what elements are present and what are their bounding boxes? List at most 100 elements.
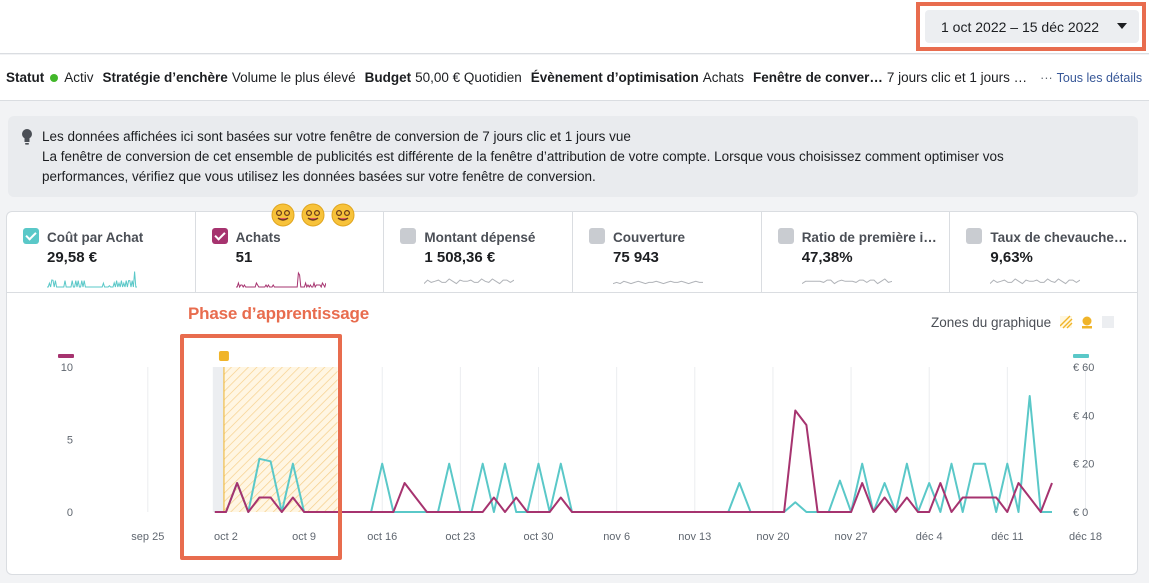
learning-phase-marker-icon bbox=[218, 351, 229, 361]
metric-value: 75 943 bbox=[613, 249, 659, 266]
metric-label: Coût par Achat bbox=[47, 230, 144, 245]
grey-zone-icon[interactable] bbox=[1102, 316, 1114, 328]
dizzy-face-icon bbox=[301, 203, 325, 227]
sparkline-path bbox=[424, 278, 515, 285]
y-right-tick-label: € 20 bbox=[1073, 459, 1094, 471]
metric-value: 47,38% bbox=[801, 249, 853, 266]
budget-value: 50,00 € Quotidien bbox=[415, 70, 522, 85]
ad-set-summary-bar: Statut Activ Stratégie d’enchère Volume … bbox=[0, 55, 1149, 101]
sparkline-path bbox=[47, 271, 137, 288]
x-tick-label: oct 2 bbox=[214, 531, 238, 543]
notice-line-2: La fenêtre de conversion de cet ensemble… bbox=[42, 149, 1004, 164]
y-right-tick-label: € 40 bbox=[1073, 410, 1094, 422]
metric-checkbox[interactable] bbox=[589, 228, 606, 244]
metric-value: 9,63% bbox=[990, 249, 1033, 266]
x-tick-label: nov 13 bbox=[678, 531, 711, 543]
metric-checkbox[interactable] bbox=[400, 228, 417, 244]
x-tick-label: déc 4 bbox=[916, 531, 943, 543]
top-toolbar: 1 oct 2022 – 15 déc 2022 bbox=[0, 0, 1149, 54]
metric-label: Montant dépensé bbox=[424, 230, 536, 245]
bid-strategy-value: Volume le plus élevé bbox=[231, 70, 356, 85]
dizzy-face-emoji-icons bbox=[271, 203, 355, 227]
metric-label: Ratio de première i… bbox=[801, 230, 937, 245]
all-details-label: Tous les détails bbox=[1056, 70, 1143, 85]
x-tick-label: oct 9 bbox=[292, 531, 316, 543]
metric-label: Couverture bbox=[613, 230, 686, 245]
optimization-value: Achats bbox=[702, 70, 745, 85]
series-line bbox=[214, 409, 1053, 513]
budget-group: Budget 50,00 € Quotidien bbox=[365, 70, 522, 85]
bid-strategy-label: Stratégie d’enchère bbox=[102, 70, 228, 85]
metric-cost-per-purchase[interactable]: Coût par Achat 29,58 € bbox=[7, 212, 196, 292]
series-line bbox=[214, 395, 1052, 513]
performance-chart-panel: Coût par Achat 29,58 € Achats 51 Montant… bbox=[6, 211, 1138, 575]
y-right-tick-label: € 0 bbox=[1073, 507, 1088, 519]
metric-sparkline bbox=[801, 278, 892, 285]
conversion-window-group: Fenêtre de conver… 7 jours clic et 1 jou… bbox=[753, 70, 1027, 85]
metric-checkbox[interactable] bbox=[777, 228, 794, 244]
metric-sparkline bbox=[613, 280, 704, 285]
left-axis-legend-swatch bbox=[58, 354, 74, 358]
dizzy-face-icon bbox=[331, 203, 355, 227]
x-tick-label: déc 11 bbox=[991, 531, 1023, 543]
status-value: Activ bbox=[64, 70, 94, 85]
right-axis-legend-swatch bbox=[1073, 354, 1089, 358]
x-tick-label: nov 6 bbox=[603, 531, 630, 543]
conversion-window-notice: Les données affichées ici sont basées su… bbox=[8, 116, 1138, 197]
chart-area: sep 25 oct 2 oct 9 oct 16 oct 23 oct 30 nov 6 n… bbox=[7, 294, 1137, 574]
line-chart: sep 25 oct 2 oct 9 oct 16 oct 23 oct 30 nov 6 n… bbox=[58, 351, 1102, 543]
metric-label: Achats bbox=[235, 230, 281, 245]
y-left-tick-label: 0 bbox=[67, 507, 73, 519]
chart-zones-label: Zones du graphique bbox=[931, 315, 1052, 330]
pre-learning-zone bbox=[212, 367, 224, 512]
dizzy-face-icon bbox=[271, 203, 295, 227]
conversion-window-label: Fenêtre de conver… bbox=[753, 70, 883, 85]
x-tick-label: oct 16 bbox=[367, 531, 397, 543]
metric-value: 29,58 € bbox=[47, 249, 98, 266]
all-details-link[interactable]: ··· Tous les détails bbox=[1040, 71, 1142, 85]
more-icon: ··· bbox=[1040, 70, 1053, 85]
sparkline-path bbox=[801, 278, 892, 285]
budget-label: Budget bbox=[364, 70, 412, 85]
x-tick-label: nov 27 bbox=[835, 531, 868, 543]
chart-zones-toggles bbox=[1060, 315, 1114, 329]
conversion-window-value: 7 jours clic et 1 jours … bbox=[886, 70, 1028, 85]
optimization-label: Évènement d’optimisation bbox=[530, 70, 699, 85]
metric-reach[interactable]: Couverture 75 943 bbox=[573, 212, 762, 292]
x-tick-label: nov 20 bbox=[756, 531, 789, 543]
metric-sparkline bbox=[235, 271, 326, 288]
sparkline-path bbox=[613, 280, 704, 285]
sparkline-path bbox=[235, 271, 326, 288]
metric-sparkline bbox=[990, 278, 1081, 285]
learning-zone-icon[interactable] bbox=[1082, 316, 1092, 329]
notice-line-3: performances, vérifiez que vous utilisez… bbox=[42, 169, 596, 184]
x-tick-label: oct 23 bbox=[445, 531, 475, 543]
y-left-tick-label: 10 bbox=[61, 362, 73, 374]
hatch-zone-icon[interactable] bbox=[1060, 315, 1073, 329]
sparkline-path bbox=[990, 278, 1081, 285]
metric-checkbox[interactable] bbox=[966, 228, 983, 244]
x-tick-label: oct 30 bbox=[524, 531, 554, 543]
metric-value: 51 bbox=[235, 249, 253, 266]
metric-label: Taux de chevauche… bbox=[990, 230, 1128, 245]
metric-checkbox[interactable] bbox=[211, 228, 228, 244]
notice-line-1: Les données affichées ici sont basées su… bbox=[42, 129, 631, 144]
metric-value: 1 508,36 € bbox=[424, 249, 496, 266]
metric-sparkline bbox=[424, 278, 515, 285]
x-tick-label: déc 18 bbox=[1069, 531, 1102, 543]
lightbulb-icon bbox=[22, 129, 32, 145]
bid-strategy-group: Stratégie d’enchère Volume le plus élevé bbox=[103, 70, 356, 85]
status-label: Statut bbox=[6, 70, 45, 85]
metric-selector-row: Coût par Achat 29,58 € Achats 51 Montant… bbox=[7, 212, 1137, 293]
metric-amount-spent[interactable]: Montant dépensé 1 508,36 € bbox=[384, 212, 574, 292]
x-tick-label: sep 25 bbox=[131, 531, 164, 543]
status-group: Statut Activ bbox=[6, 70, 94, 85]
metric-first-impression-ratio[interactable]: Ratio de première i… 47,38% bbox=[762, 212, 951, 292]
y-right-tick-label: € 60 bbox=[1073, 362, 1094, 374]
date-range-highlight-box bbox=[916, 2, 1146, 51]
learning-phase-annotation: Phase d’apprentissage bbox=[188, 304, 369, 323]
y-left-tick-label: 5 bbox=[67, 435, 73, 447]
metric-checkbox[interactable] bbox=[23, 228, 39, 244]
optimization-group: Évènement d’optimisation Achats bbox=[531, 70, 744, 85]
metric-overlap-rate[interactable]: Taux de chevauche… 9,63% bbox=[950, 212, 1137, 292]
